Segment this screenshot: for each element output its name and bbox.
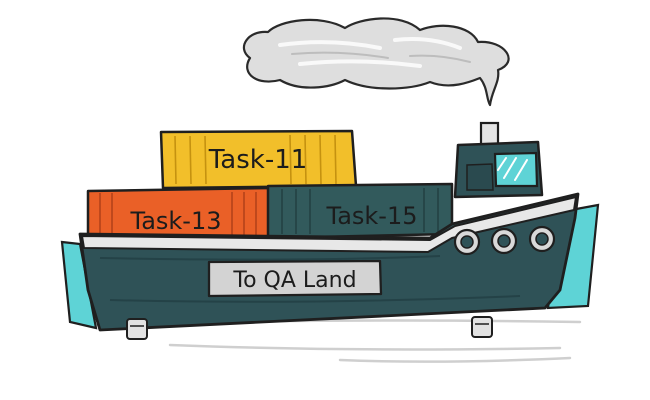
ship-illustration: Task-11 Task-13 Task-15 To QA Land [0,0,650,400]
container-task-15: Task-15 [266,182,454,240]
ship-cabin [453,140,544,199]
bollard-left [126,318,148,340]
hull-sign: To QA Land [207,259,383,298]
hull-sign-text: To QA Land [232,268,356,293]
chimney [479,121,500,147]
bollard-right [471,316,493,338]
portholes [453,225,556,256]
container-label-task-15: Task-15 [326,202,418,230]
smoke-cloud [242,17,510,107]
container-label-task-13: Task-13 [130,207,222,235]
container-label-task-11: Task-11 [208,145,308,175]
ship-drawing: Task-11 Task-13 Task-15 To QA Land [60,17,600,363]
porthole [490,227,518,255]
container-task-13: Task-13 [86,186,275,242]
porthole [528,225,556,253]
container-task-11: Task-11 [159,129,358,190]
porthole [453,228,481,256]
